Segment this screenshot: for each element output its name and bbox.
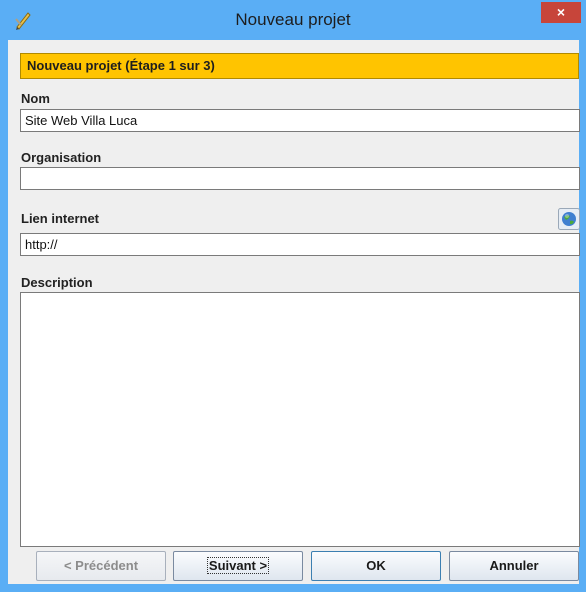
dialog-content: Nouveau projet (Étape 1 sur 3) Nom Organ… (8, 40, 580, 584)
organisation-input[interactable] (20, 167, 580, 190)
dialog-window: Nouveau projet × Nouveau projet (Étape 1… (0, 0, 586, 592)
nom-input[interactable] (20, 109, 580, 132)
step-banner: Nouveau projet (Étape 1 sur 3) (20, 53, 579, 79)
nom-label: Nom (21, 91, 50, 106)
previous-button[interactable]: < Précédent (36, 551, 166, 581)
ok-button[interactable]: OK (311, 551, 441, 581)
cancel-button[interactable]: Annuler (449, 551, 579, 581)
lien-internet-label: Lien internet (21, 211, 100, 226)
description-label: Description (21, 275, 93, 290)
window-title: Nouveau projet (235, 10, 351, 29)
next-button[interactable]: Suivant > (173, 551, 303, 581)
description-textarea[interactable] (20, 292, 580, 547)
close-button[interactable]: × (541, 2, 581, 23)
next-button-label: Suivant > (206, 557, 270, 574)
organisation-label: Organisation (21, 150, 102, 165)
title-bar[interactable]: Nouveau projet × (0, 0, 586, 40)
globe-icon[interactable] (558, 208, 580, 230)
lien-internet-input[interactable] (20, 233, 580, 256)
